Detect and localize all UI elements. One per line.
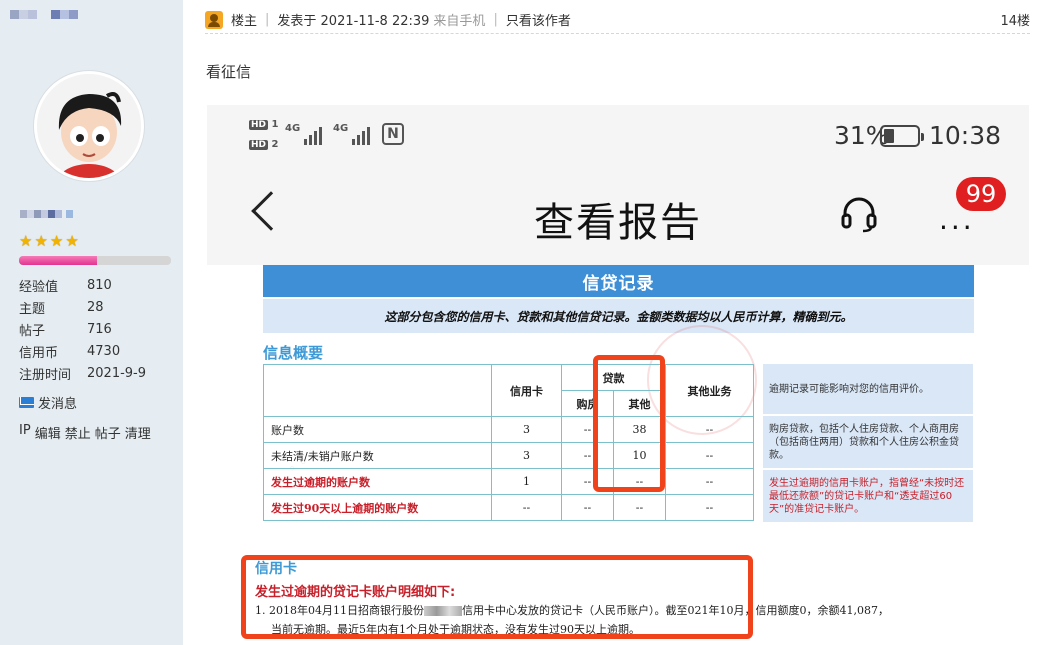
hd1-indicator: HD 1 (249, 119, 279, 130)
status-time: 10:38 (929, 121, 1002, 150)
post-body-text: 看征信 (206, 63, 252, 81)
rank-stars: ★ ★ ★ ★ (19, 232, 79, 250)
stat-value: 4730 (87, 343, 121, 359)
summary-title: 信息概要 (263, 344, 324, 362)
table-row: 账户数 3 -- 38 -- (263, 416, 754, 443)
note-overdue: 逾期记录可能影响对您的信用评价。 (763, 364, 973, 414)
note-housing-loan: 购房贷款，包括个人住房贷款、个人商用房（包括商住两用）贷款和个人住房公积金贷款。 (763, 416, 973, 468)
signal-icon: 4G (285, 123, 323, 145)
star-icon: ★ (49, 232, 64, 250)
star-icon: ★ (34, 232, 48, 250)
stat-row-credit: 信用币 4730 (19, 340, 179, 362)
experience-progress-bar (19, 256, 171, 265)
username-pixelated[interactable] (10, 10, 78, 19)
stat-row-register: 注册时间 2021-9-9 (19, 362, 179, 384)
star-icon: ★ (65, 232, 79, 250)
nfc-icon: N (382, 123, 404, 145)
col-credit-card: 信用卡 (491, 364, 562, 417)
note-overdue-card: 发生过逾期的信用卡账户，指曾经“未按时还最低还款额”的贷记卡账户和“透支超过60… (763, 470, 973, 522)
stat-label: 信用币 (19, 345, 59, 361)
post-source: 来自手机 (433, 14, 486, 29)
summary-notes: 逾期记录可能影响对您的信用评价。 购房贷款，包括个人住房贷款、个人商用房（包括商… (763, 364, 973, 524)
report-title: 查看报告 (534, 200, 702, 246)
edit-link[interactable]: 编辑 (35, 423, 61, 442)
table-row: 发生过90天以上逾期的账户数 -- -- -- -- (263, 494, 754, 521)
admin-links: IP 编辑 禁止 帖子 清理 (19, 423, 151, 442)
table-row: 未结清/未销户账户数 3 -- 10 -- (263, 442, 754, 469)
star-icon: ★ (19, 232, 33, 250)
thread-owner-icon (205, 10, 223, 29)
phone-navbar: 查看报告 ··· 99 (207, 165, 1029, 265)
posts-link[interactable]: 帖子 (95, 423, 121, 442)
experience-progress-fill (19, 256, 97, 265)
post-time: 发表于 2021-11-8 22:39 (277, 14, 430, 29)
ban-link[interactable]: 禁止 (65, 423, 91, 442)
signal-icon: 4G (333, 123, 371, 145)
ip-link[interactable]: IP (19, 423, 31, 442)
battery-icon (880, 125, 924, 147)
owner-label: 楼主 (231, 14, 258, 29)
more-icon: ··· (939, 211, 975, 244)
phone-status-bar: HD 1 HD 2 4G 4G N 31% 10:38 (207, 105, 1029, 165)
avatar[interactable] (33, 70, 145, 182)
envelope-icon (19, 397, 34, 408)
stat-label: 帖子 (19, 323, 46, 339)
notification-badge: 99 (956, 177, 1006, 211)
headset-icon (841, 197, 877, 233)
user-title-pixelated (20, 210, 73, 218)
send-message-link[interactable]: 发消息 (19, 393, 77, 412)
hd2-indicator: HD 2 (249, 139, 279, 150)
post-header: 楼主 | 发表于 2021-11-8 22:39 来自手机 | 只看该作者 14… (205, 6, 1030, 34)
stat-value: 810 (87, 277, 112, 293)
user-sidebar: ★ ★ ★ ★ 经验值 810 主题 28 帖子 716 信用币 4730 注册… (0, 0, 183, 645)
stat-label: 注册时间 (19, 367, 72, 383)
stat-value: 2021-9-9 (87, 365, 147, 381)
stat-row-posts[interactable]: 帖子 716 (19, 318, 179, 340)
user-stats: 经验值 810 主题 28 帖子 716 信用币 4730 注册时间 2021-… (19, 274, 179, 384)
stat-row-exp: 经验值 810 (19, 274, 179, 296)
report-subtitle: 这部分包含您的信用卡、贷款和其他信贷记录。金额类数据均以人民币计算，精确到元。 (263, 299, 974, 333)
clean-link[interactable]: 清理 (125, 423, 151, 442)
stat-row-threads[interactable]: 主题 28 (19, 296, 179, 318)
stat-value[interactable]: 28 (87, 300, 104, 315)
only-author-link[interactable]: 只看该作者 (506, 10, 571, 29)
attached-screenshot[interactable]: HD 1 HD 2 4G 4G N 31% 10:38 查看报告 ··· 99 … (207, 105, 1029, 645)
highlight-box-loan-other (593, 355, 665, 492)
stat-value[interactable]: 716 (87, 322, 112, 337)
summary-table: 信用卡 贷款 其他业务 购房 其他 账户数 3 -- 38 -- 未结清/未销户… (263, 364, 754, 521)
send-message-label: 发消息 (38, 397, 78, 412)
credit-report: 信贷记录 这部分包含您的信用卡、贷款和其他信贷记录。金额类数据均以人民币计算，精… (207, 265, 1029, 645)
avatar-image (37, 74, 141, 178)
stat-label: 主题 (19, 301, 46, 317)
table-row: 发生过逾期的账户数 1 -- -- -- (263, 468, 754, 495)
col-other-business: 其他业务 (665, 364, 754, 417)
highlight-box-overdue-card (241, 555, 753, 639)
report-section-header: 信贷记录 (263, 265, 974, 297)
floor-number[interactable]: 14楼 (1000, 10, 1030, 29)
stat-label: 经验值 (19, 279, 59, 295)
